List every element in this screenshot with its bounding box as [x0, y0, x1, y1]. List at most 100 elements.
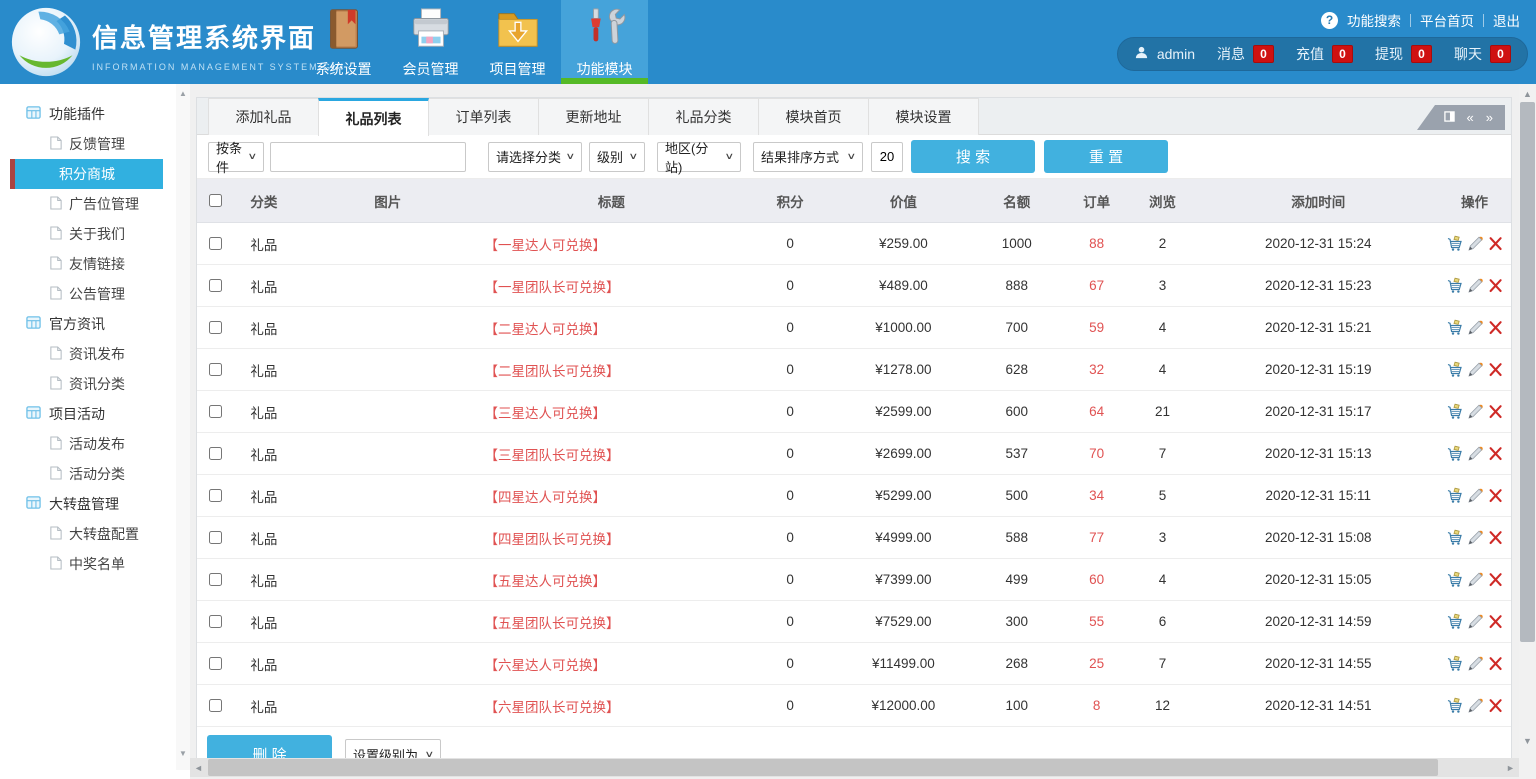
condition-select[interactable]: 按条件 ∨ [208, 142, 264, 172]
cart-icon[interactable] [1446, 655, 1463, 672]
main-vertical-scrollbar[interactable]: ▲ ▼ [1519, 84, 1536, 779]
tab[interactable]: 礼品列表 [318, 98, 429, 136]
cart-icon[interactable] [1446, 487, 1463, 504]
cart-icon[interactable] [1446, 529, 1463, 546]
delete-icon[interactable] [1488, 236, 1503, 251]
cell-title[interactable]: 【二星团队长可兑换】 [483, 349, 741, 390]
row-checkbox[interactable] [209, 279, 222, 292]
edit-icon[interactable] [1467, 487, 1484, 504]
delete-icon[interactable] [1488, 614, 1503, 629]
row-checkbox[interactable] [209, 447, 222, 460]
link-function-search[interactable]: 功能搜索 [1347, 10, 1401, 30]
row-checkbox[interactable] [209, 573, 222, 586]
reset-button[interactable]: 重 置 [1044, 140, 1168, 173]
sidebar-item[interactable]: 资讯分类 [0, 369, 176, 399]
keyword-input[interactable] [270, 142, 466, 172]
sidebar-item[interactable]: 大转盘配置 [0, 519, 176, 549]
page-size-input[interactable] [871, 142, 903, 172]
cart-icon[interactable] [1446, 403, 1463, 420]
cart-icon[interactable] [1446, 697, 1463, 714]
edit-icon[interactable] [1467, 445, 1484, 462]
delete-icon[interactable] [1488, 530, 1503, 545]
row-checkbox[interactable] [209, 657, 222, 670]
category-select[interactable]: 请选择分类 ∨ [488, 142, 582, 172]
cell-orders[interactable]: 32 [1067, 349, 1127, 390]
tab[interactable]: 添加礼品 [208, 98, 319, 135]
sidebar-group-header[interactable]: 大转盘管理 [0, 489, 176, 519]
horizontal-scroll-thumb[interactable] [208, 759, 1438, 776]
cell-title[interactable]: 【一星团队长可兑换】 [483, 265, 741, 306]
scroll-right-icon[interactable]: ► [1502, 758, 1519, 777]
sidebar-item[interactable]: 活动发布 [0, 429, 176, 459]
region-select[interactable]: 地区(分站) ∨ [657, 142, 741, 172]
cell-orders[interactable]: 88 [1067, 223, 1127, 264]
sidebar-group-header[interactable]: 功能插件 [0, 99, 176, 129]
edit-icon[interactable] [1467, 319, 1484, 336]
cart-icon[interactable] [1446, 361, 1463, 378]
row-checkbox[interactable] [209, 531, 222, 544]
scroll-up-icon[interactable]: ▲ [176, 86, 190, 100]
counter[interactable]: 消息 0 [1217, 44, 1274, 64]
counter[interactable]: 充值 0 [1296, 44, 1353, 64]
counter[interactable]: 聊天 0 [1454, 44, 1511, 64]
sidebar-item[interactable]: 活动分类 [0, 459, 176, 489]
scroll-down-icon[interactable]: ▼ [1519, 732, 1536, 749]
cell-orders[interactable]: 25 [1067, 643, 1127, 684]
cell-title[interactable]: 【一星达人可兑换】 [483, 223, 741, 264]
sidebar-item[interactable]: 积分商城 [10, 159, 163, 189]
delete-icon[interactable] [1488, 278, 1503, 293]
nav-item-member-management[interactable]: 会员管理 [387, 0, 474, 84]
nav-item-function-modules[interactable]: 功能模块 [561, 0, 648, 84]
cell-title[interactable]: 【四星团队长可兑换】 [483, 517, 741, 558]
edit-icon[interactable] [1467, 613, 1484, 630]
sidebar-group-header[interactable]: 项目活动 [0, 399, 176, 429]
edit-icon[interactable] [1467, 571, 1484, 588]
row-checkbox[interactable] [209, 237, 222, 250]
row-checkbox[interactable] [209, 615, 222, 628]
delete-icon[interactable] [1488, 488, 1503, 503]
cell-title[interactable]: 【六星达人可兑换】 [483, 643, 741, 684]
scroll-up-icon[interactable]: ▲ [1519, 85, 1536, 102]
panel-collapse-widget[interactable]: « » [1417, 105, 1505, 130]
cell-title[interactable]: 【五星团队长可兑换】 [483, 601, 741, 642]
cell-orders[interactable]: 77 [1067, 517, 1127, 558]
scroll-left-icon[interactable]: ◄ [190, 758, 207, 777]
delete-icon[interactable] [1488, 572, 1503, 587]
sidebar-scrollbar[interactable]: ▲ ▼ [176, 84, 190, 770]
level-select[interactable]: 级别 ∨ [589, 142, 645, 172]
sidebar-item[interactable]: 公告管理 [0, 279, 176, 309]
delete-icon[interactable] [1488, 320, 1503, 335]
cell-title[interactable]: 【四星达人可兑换】 [483, 475, 741, 516]
scroll-down-icon[interactable]: ▼ [176, 746, 190, 760]
cell-orders[interactable]: 55 [1067, 601, 1127, 642]
delete-icon[interactable] [1488, 446, 1503, 461]
link-platform-home[interactable]: 平台首页 [1420, 10, 1474, 30]
tab[interactable]: 礼品分类 [648, 98, 759, 135]
collapse-right-icon[interactable]: » [1486, 110, 1493, 125]
edit-icon[interactable] [1467, 655, 1484, 672]
cell-title[interactable]: 【二星达人可兑换】 [483, 307, 741, 348]
edit-icon[interactable] [1467, 529, 1484, 546]
cart-icon[interactable] [1446, 277, 1463, 294]
tab[interactable]: 更新地址 [538, 98, 649, 135]
nav-item-system-settings[interactable]: 系统设置 [300, 0, 387, 84]
edit-icon[interactable] [1467, 697, 1484, 714]
row-checkbox[interactable] [209, 321, 222, 334]
vertical-scroll-thumb[interactable] [1520, 102, 1535, 642]
delete-icon[interactable] [1488, 362, 1503, 377]
cell-title[interactable]: 【三星达人可兑换】 [483, 391, 741, 432]
collapse-left-icon[interactable]: « [1467, 110, 1474, 125]
delete-icon[interactable] [1488, 404, 1503, 419]
cell-orders[interactable]: 67 [1067, 265, 1127, 306]
delete-icon[interactable] [1488, 698, 1503, 713]
cart-icon[interactable] [1446, 445, 1463, 462]
cart-icon[interactable] [1446, 319, 1463, 336]
row-checkbox[interactable] [209, 489, 222, 502]
sidebar-item[interactable]: 反馈管理 [0, 129, 176, 159]
cart-icon[interactable] [1446, 571, 1463, 588]
edit-icon[interactable] [1467, 403, 1484, 420]
cell-orders[interactable]: 60 [1067, 559, 1127, 600]
edit-icon[interactable] [1467, 235, 1484, 252]
edit-icon[interactable] [1467, 277, 1484, 294]
cart-icon[interactable] [1446, 235, 1463, 252]
